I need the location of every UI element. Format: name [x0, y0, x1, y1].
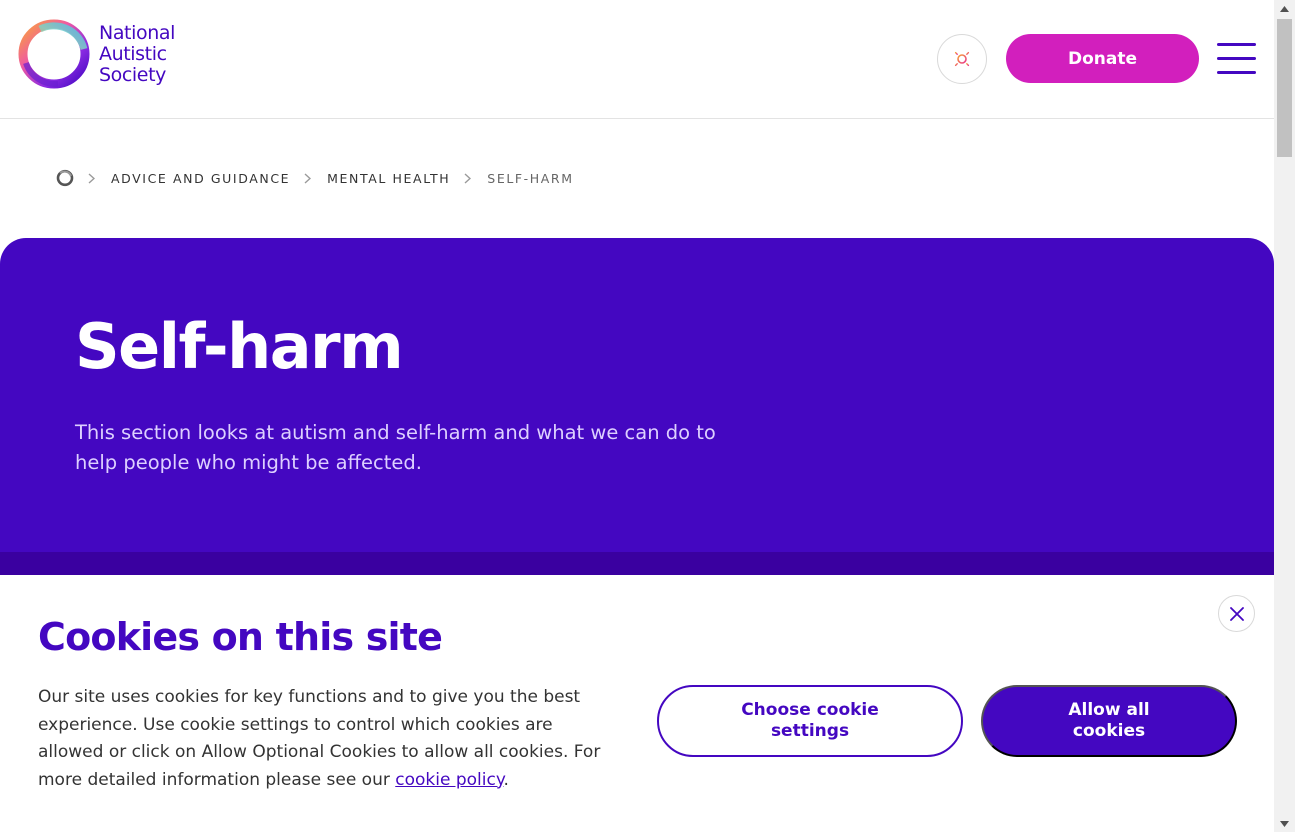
cookie-policy-link[interactable]: cookie policy	[395, 770, 503, 790]
chevron-right-icon	[304, 172, 312, 184]
logo-line: Society	[99, 63, 166, 86]
cookie-close-button[interactable]	[1218, 595, 1255, 632]
logo-line: Autistic	[99, 42, 167, 65]
cookie-banner-text: Our site uses cookies for key functions …	[38, 684, 618, 794]
cookie-text-body: Our site uses cookies for key functions …	[38, 687, 601, 790]
close-icon	[1229, 606, 1244, 621]
cookie-text-end: .	[503, 769, 509, 790]
breadcrumb-home-link[interactable]	[56, 169, 74, 187]
chevron-right-icon	[88, 172, 95, 184]
logo-ring-icon	[18, 19, 90, 89]
allow-all-cookies-button[interactable]: Allow all cookies	[981, 685, 1237, 757]
home-logo-icon	[56, 169, 74, 187]
hamburger-menu-icon[interactable]	[1217, 43, 1256, 74]
cookie-banner-title: Cookies on this site	[38, 615, 443, 659]
menu-bar	[1217, 71, 1256, 74]
breadcrumb-advice-and-guidance[interactable]: ADVICE AND GUIDANCE	[111, 171, 290, 186]
scroll-down-arrow-icon[interactable]	[1274, 815, 1295, 832]
theme-toggle-button[interactable]	[937, 34, 987, 84]
chevron-right-icon	[464, 172, 472, 184]
page-scrollbar[interactable]	[1274, 0, 1295, 832]
page-title: Self-harm	[75, 310, 404, 383]
page-hero: Self-harm This section looks at autism a…	[0, 238, 1274, 578]
breadcrumb-mental-health[interactable]: MENTAL HEALTH	[327, 171, 450, 186]
site-header: National Autistic Society Donate	[0, 0, 1274, 119]
choose-cookie-settings-button[interactable]: Choose cookie settings	[657, 685, 963, 757]
logo-line: National	[99, 21, 175, 44]
logo-wordmark: National Autistic Society	[99, 21, 175, 86]
cookie-banner: Cookies on this site Our site uses cooki…	[0, 575, 1274, 832]
menu-bar	[1217, 43, 1256, 46]
scroll-up-arrow-icon[interactable]	[1274, 0, 1295, 17]
breadcrumb-current-page: SELF-HARM	[487, 170, 574, 186]
breadcrumb: ADVICE AND GUIDANCE MENTAL HEALTH SELF-H…	[56, 168, 574, 188]
site-logo[interactable]: National Autistic Society	[18, 18, 190, 90]
scrollbar-thumb[interactable]	[1277, 19, 1292, 157]
menu-bar	[1217, 57, 1256, 60]
page-intro: This section looks at autism and self-ha…	[75, 421, 716, 474]
donate-button[interactable]: Donate	[1006, 34, 1199, 83]
sun-icon	[952, 49, 972, 69]
